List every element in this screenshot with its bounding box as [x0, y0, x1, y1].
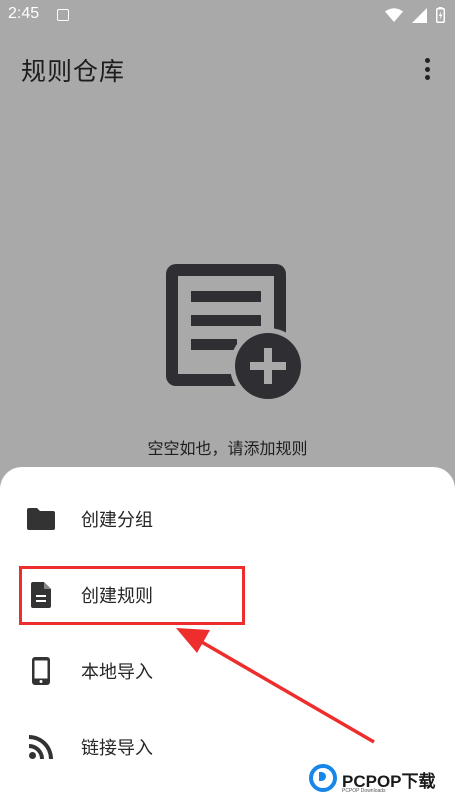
watermark-subtitle: PCPOP Downloads [342, 788, 386, 794]
screen: 2:45 规则仓库 空空如也，请添加规则 创建分组 创建规则 本地导入 链接导入… [0, 0, 455, 810]
watermark-logo-icon [309, 764, 337, 792]
watermark: PCPOP下载 PCPOP Downloads [309, 760, 455, 810]
annotation-arrow-icon [176, 628, 375, 744]
